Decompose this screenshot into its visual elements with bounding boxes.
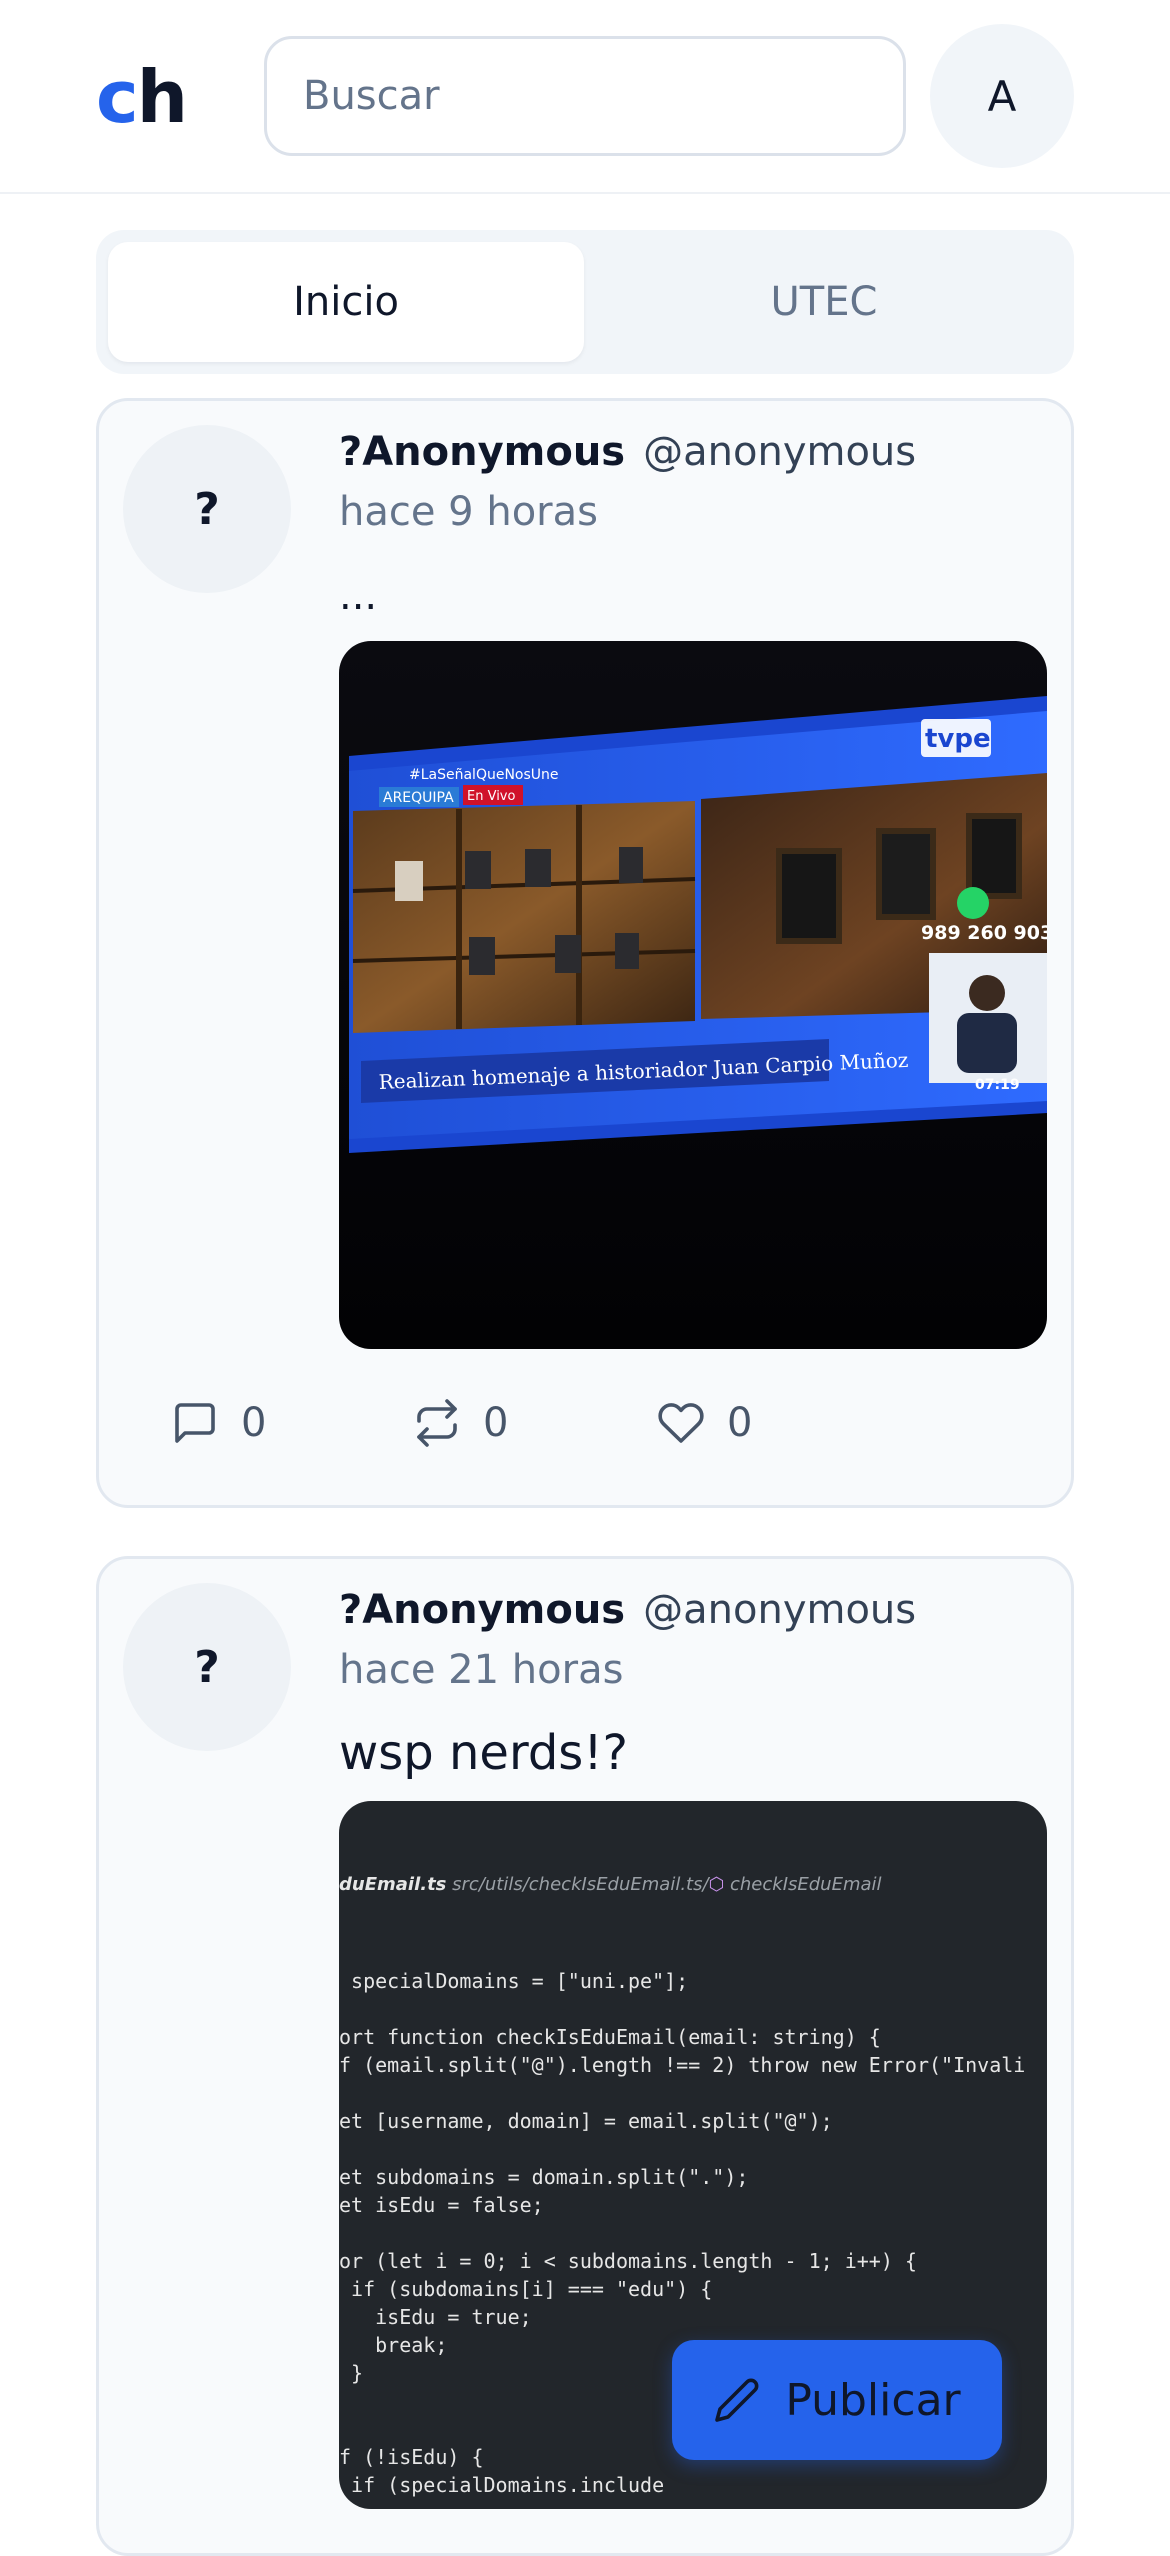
post-avatar[interactable]: ? (123, 425, 291, 593)
author-name[interactable]: ?Anonymous (339, 1587, 625, 1633)
author-handle[interactable]: @anonymous (643, 1587, 916, 1633)
broadcast-clock: 07:19 (975, 1077, 1020, 1093)
code-line: or (let i = 0; i < subdomains.length - 1… (339, 2249, 917, 2273)
code-line: specialDomains = ["uni.pe"]; (339, 1969, 689, 1993)
code-line: et [username, domain] = email.split("@")… (339, 2109, 833, 2133)
code-file-name: duEmail.ts (339, 1874, 447, 1895)
author-handle[interactable]: @anonymous (643, 429, 916, 475)
code-line: ort function checkIsEduEmail(email: stri… (339, 2025, 881, 2049)
repost-button[interactable]: 0 (413, 1399, 508, 1447)
comment-button[interactable]: 0 (171, 1399, 266, 1447)
tab-inicio[interactable]: Inicio (108, 242, 584, 362)
repost-count: 0 (483, 1400, 509, 1446)
app-logo[interactable]: ch (96, 52, 188, 142)
comment-count: 0 (241, 1400, 267, 1446)
post-time: hace 9 horas (339, 489, 598, 535)
pencil-icon (715, 2378, 759, 2422)
code-symbol: checkIsEduEmail (730, 1874, 882, 1895)
publish-button[interactable]: Publicar (672, 2340, 1002, 2460)
post-text: ... (339, 573, 378, 619)
tab-utec[interactable]: UTEC (586, 242, 1062, 362)
post-text: wsp nerds!? (339, 1725, 629, 1781)
post-time: hace 21 horas (339, 1647, 624, 1693)
post-author: ?Anonymous @anonymous (339, 1587, 916, 1633)
code-breadcrumb: duEmail.ts src/utils/checkIsEduEmail.ts/… (339, 1871, 1047, 1911)
like-count: 0 (727, 1400, 753, 1446)
post-author: ?Anonymous @anonymous (339, 429, 916, 475)
user-avatar[interactable]: A (930, 24, 1074, 168)
avatar-initial: A (987, 71, 1017, 121)
tv-broadcast-photo: 989 260 903 07:19 #LaSeñalQueNosUne AREQ… (339, 641, 1047, 1349)
channel-logo: tvpe (925, 724, 991, 754)
like-button[interactable]: 0 (657, 1399, 752, 1447)
publish-label: Publicar (785, 2374, 961, 2426)
post-actions: 0 0 0 (169, 1399, 869, 1459)
post-image[interactable]: 989 260 903 07:19 #LaSeñalQueNosUne AREQ… (339, 641, 1047, 1349)
phone-number: 989 260 903 (921, 922, 1047, 944)
search-input[interactable] (264, 36, 906, 156)
code-line: et subdomains = domain.split("."); (339, 2165, 749, 2189)
post-card[interactable]: ? ?Anonymous @anonymous hace 9 horas ... (96, 398, 1074, 1508)
author-name[interactable]: ?Anonymous (339, 429, 625, 475)
comment-icon (175, 1403, 215, 1443)
avatar-glyph: ? (194, 483, 220, 535)
code-line: if (subdomains[i] === "edu") { (339, 2277, 713, 2301)
repost-icon (417, 1399, 457, 1447)
live-badge: En Vivo (467, 789, 515, 804)
avatar-glyph: ? (194, 1641, 220, 1693)
code-file-path: src/utils/checkIsEduEmail.ts/ (452, 1874, 709, 1895)
feed-tabs: Inicio UTEC (96, 230, 1074, 374)
top-bar: ch A (0, 0, 1170, 194)
symbol-icon: ⬡ (708, 1874, 725, 1895)
code-line: isEdu = true; (339, 2305, 532, 2329)
code-line: f (email.split("@").length !== 2) throw … (339, 2053, 1026, 2077)
code-line: et isEdu = false; (339, 2193, 544, 2217)
code-line: if (specialDomains.include (339, 2473, 665, 2497)
logo-letter-h: h (136, 55, 188, 139)
heart-icon (658, 1403, 704, 1443)
broadcast-hashtag: #LaSeñalQueNosUne (409, 767, 559, 783)
broadcast-location: AREQUIPA (383, 790, 454, 806)
logo-letter-c: c (96, 55, 139, 139)
post-avatar[interactable]: ? (123, 1583, 291, 1751)
